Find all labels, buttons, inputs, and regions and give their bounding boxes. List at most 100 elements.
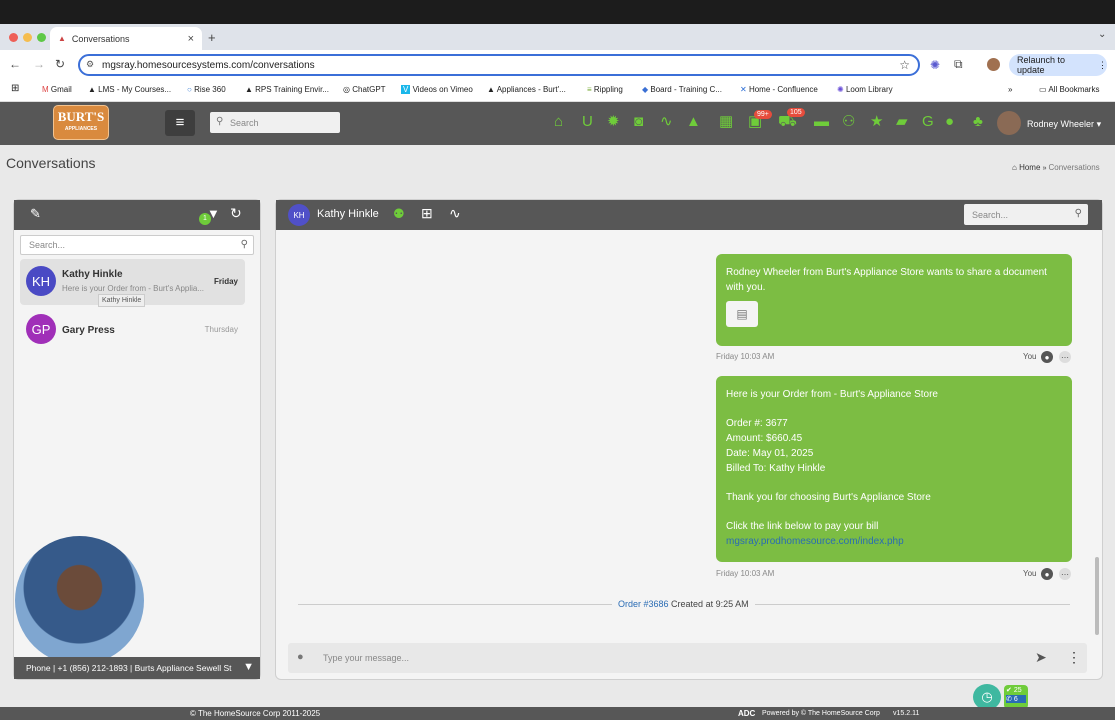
user-menu[interactable]: Rodney Wheeler ▾ — [1027, 119, 1101, 130]
bookmark-chatgpt[interactable]: ◎ ChatGPT — [343, 85, 386, 94]
message-time: Friday 10:03 AM — [716, 352, 775, 361]
contact-search-icon[interactable]: ⚉ — [393, 206, 405, 222]
bookmark-rippling[interactable]: ≡ Rippling — [587, 85, 623, 94]
gear-icon[interactable]: ✹ — [607, 114, 620, 130]
user-avatar[interactable] — [997, 111, 1021, 135]
chart-line-icon[interactable]: ∿ — [660, 114, 673, 130]
payment-link[interactable]: mgsray.prodhomesource.com/index.php — [726, 535, 1062, 550]
message-line: Amount: $660.45 — [726, 433, 803, 445]
message-input[interactable]: Type your message... — [323, 653, 409, 663]
close-tab-icon[interactable]: × — [188, 33, 194, 45]
bookmark-lms[interactable]: ▲ LMS - My Courses... — [88, 85, 171, 94]
conversation-search-input[interactable]: Search... ⚲ — [20, 235, 254, 255]
home-icon[interactable]: ⌂ — [554, 114, 563, 130]
vimeo-icon: V — [401, 85, 411, 94]
sender-avatar-icon: ● — [1041, 568, 1053, 580]
order-link[interactable]: Order #3686 — [618, 599, 669, 609]
badge-icon[interactable]: ◙ — [634, 114, 643, 130]
trello-icon: ◆ — [642, 85, 649, 94]
bookmark-rise[interactable]: ○ Rise 360 — [187, 85, 226, 94]
profile-avatar[interactable] — [987, 58, 1000, 71]
kebab-menu-icon[interactable]: ⋮ — [1098, 60, 1107, 71]
bookmark-board[interactable]: ◆ Board - Training C... — [642, 85, 722, 94]
folder-icon[interactable]: ▰ — [896, 114, 908, 130]
bookmark-confluence[interactable]: ✕ Home - Confluence — [740, 85, 818, 94]
bookmark-star-icon[interactable]: ☆ — [899, 58, 910, 72]
tab-title: Conversations — [71, 33, 130, 44]
breadcrumb-home[interactable]: Home — [1019, 163, 1040, 172]
compose-icon[interactable]: ✎ — [30, 206, 41, 222]
close-window-icon[interactable] — [9, 33, 18, 42]
tab-list-chevron-icon[interactable]: ⌄ — [1098, 29, 1106, 40]
copyright-text: © The HomeSource Corp 2011-2025 — [190, 709, 321, 718]
conversation-item-gary-press[interactable]: GP Gary Press Thursday — [20, 307, 245, 353]
google-icon[interactable]: G — [922, 114, 934, 130]
extensions-puzzle-icon[interactable]: ⧉ — [954, 57, 963, 72]
forward-icon[interactable]: → — [33, 57, 45, 71]
search-placeholder: Search... — [972, 209, 1009, 220]
message-bubble-document: Rodney Wheeler from Burt's Appliance Sto… — [716, 254, 1072, 346]
more-options-icon[interactable]: ⋮ — [1067, 649, 1081, 666]
browser-tab[interactable]: ▲ Conversations × — [50, 27, 202, 50]
microphone-icon[interactable]: ● — [297, 651, 304, 663]
message-sender: You — [1023, 352, 1037, 361]
rippling-icon: ≡ — [587, 85, 592, 94]
bookmark-label: All Bookmarks — [1048, 85, 1100, 94]
more-bookmarks-icon[interactable]: » — [1008, 85, 1012, 94]
burts-icon: ▲ — [245, 85, 253, 94]
company-logo[interactable]: BURT'S APPLIANCES — [53, 105, 109, 140]
send-icon[interactable]: ➤ — [1035, 649, 1047, 666]
loom-icon: ✺ — [837, 85, 844, 94]
status-widget[interactable]: ✔ 25 ✆ 6 — [1004, 685, 1028, 709]
menu-toggle-button[interactable]: ≡ — [165, 110, 195, 136]
bookmark-rps[interactable]: ▲ RPS Training Envir... — [245, 85, 329, 94]
header-search-input[interactable]: ⚲ Search — [210, 112, 340, 133]
bookmark-gmail[interactable]: M Gmail — [42, 85, 72, 94]
refresh-icon[interactable]: ↻ — [230, 205, 242, 222]
apps-grid-icon[interactable]: ⊞ — [11, 83, 19, 94]
bookmark-label: Home - Confluence — [748, 85, 818, 94]
reload-icon[interactable]: ↻ — [55, 57, 65, 71]
star-icon[interactable]: ★ — [870, 114, 883, 130]
phone-selector[interactable]: Phone | +1 (856) 212-1893 | Burts Applia… — [14, 657, 260, 679]
extension-icon[interactable]: ✺ — [930, 58, 940, 72]
grid-icon[interactable]: ⊞ — [421, 205, 433, 222]
bookmark-vimeo[interactable]: V Videos on Vimeo — [401, 85, 473, 94]
activity-icon[interactable]: ∿ — [449, 205, 461, 222]
maximize-window-icon[interactable] — [37, 33, 46, 42]
magnet-icon[interactable]: U — [582, 114, 593, 130]
relaunch-button[interactable]: Relaunch to update ⋮ — [1009, 54, 1107, 76]
message-line: Click the link below to pay your bill — [726, 521, 879, 533]
gmail-icon: M — [42, 85, 49, 94]
message-options-icon[interactable]: ⋯ — [1059, 568, 1071, 580]
logo-text: BURT'S — [57, 108, 105, 124]
chat-search-input[interactable]: Search... ⚲ — [964, 204, 1088, 225]
chat-bubble-icon[interactable]: ● — [945, 114, 954, 130]
bookmark-loom[interactable]: ✺ Loom Library — [837, 85, 893, 94]
new-tab-icon[interactable]: + — [208, 30, 216, 45]
folder-icon: ▭ — [1039, 85, 1047, 94]
address-bar[interactable]: ⚙ mgsray.homesourcesystems.com/conversat… — [78, 54, 920, 76]
search-icon: ⚲ — [216, 116, 224, 127]
bookmark-label: ChatGPT — [352, 85, 386, 94]
calculator-icon[interactable]: ▦ — [719, 114, 733, 130]
message-options-icon[interactable]: ⋯ — [1059, 351, 1071, 363]
name-tooltip: Kathy Hinkle — [98, 294, 146, 307]
all-bookmarks[interactable]: ▭ All Bookmarks — [1039, 85, 1099, 94]
caret-down-icon[interactable]: ▼ — [243, 661, 254, 673]
chatgpt-icon: ◎ — [343, 85, 350, 94]
burts-icon: ▲ — [487, 85, 495, 94]
minimize-window-icon[interactable] — [23, 33, 32, 42]
users-icon[interactable]: ⚇ — [842, 114, 855, 130]
pdf-document-icon[interactable]: ▤ — [726, 301, 758, 328]
site-info-icon[interactable]: ⚙ — [86, 59, 94, 70]
bookmark-appliances[interactable]: ▲ Appliances - Burt'... — [487, 85, 566, 94]
chat-scrollbar[interactable] — [1095, 557, 1099, 635]
briefcase-icon[interactable]: ▬ — [814, 114, 829, 130]
graduation-cap-icon[interactable]: ▲ — [686, 114, 701, 130]
bookmark-label: Loom Library — [845, 85, 893, 94]
back-icon[interactable]: ← — [9, 57, 21, 71]
conversation-date: Thursday — [204, 325, 238, 334]
bell-icon[interactable]: ♣ — [973, 114, 983, 130]
